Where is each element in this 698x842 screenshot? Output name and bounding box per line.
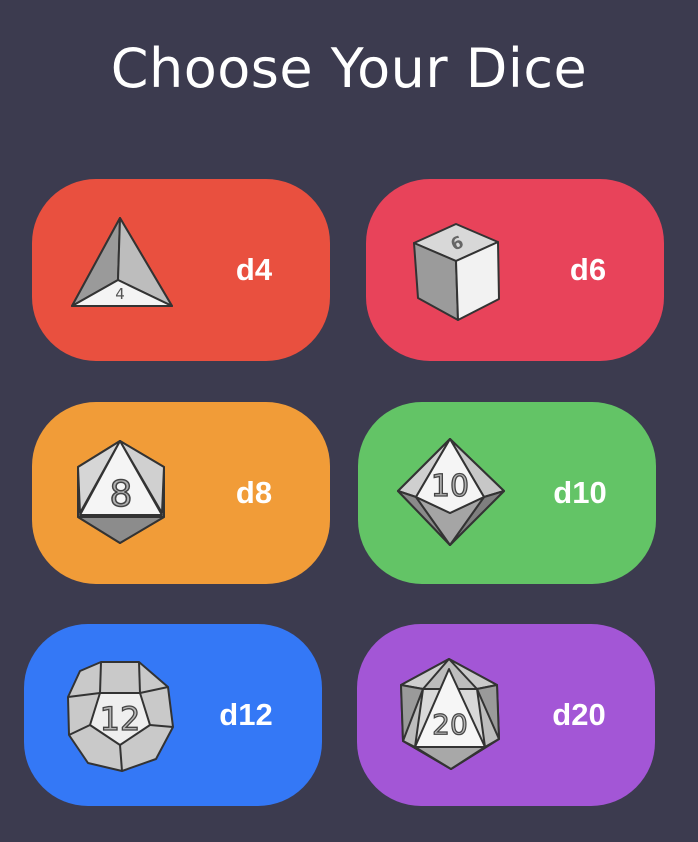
dice-label-d10: d10 — [553, 475, 607, 510]
dice-label-d8: d8 — [235, 475, 273, 510]
d6-die-icon: 6 — [413, 223, 500, 321]
die-face-number: 8 — [110, 474, 133, 515]
dice-label-d6: d6 — [569, 252, 607, 287]
dice-button-d10[interactable]: 10 d10 — [358, 402, 656, 584]
die-face-number: 12 — [100, 700, 141, 738]
d20-die-icon: 20 — [400, 658, 500, 770]
dice-button-d12[interactable]: 12 d12 — [24, 624, 322, 806]
dice-label-d12: d12 — [219, 697, 273, 732]
d10-die-icon: 10 — [397, 438, 505, 546]
page-title: Choose Your Dice — [110, 37, 588, 100]
dice-label-d4: d4 — [235, 252, 273, 287]
dice-button-d8[interactable]: 8 d8 — [32, 402, 330, 584]
die-face-number: 4 — [115, 285, 125, 303]
die-face-number: 10 — [431, 469, 469, 504]
d12-die-icon: 12 — [67, 661, 174, 772]
dice-label-d20: d20 — [552, 697, 606, 732]
die-face-number: 20 — [432, 708, 468, 741]
dice-button-d20[interactable]: 20 d20 — [357, 624, 655, 806]
dice-button-d4[interactable]: 4 d4 — [32, 179, 330, 361]
dice-button-d6[interactable]: 6 d6 — [366, 179, 664, 361]
d8-die-icon: 8 — [77, 440, 165, 544]
d4-die-icon: 4 — [71, 217, 173, 307]
